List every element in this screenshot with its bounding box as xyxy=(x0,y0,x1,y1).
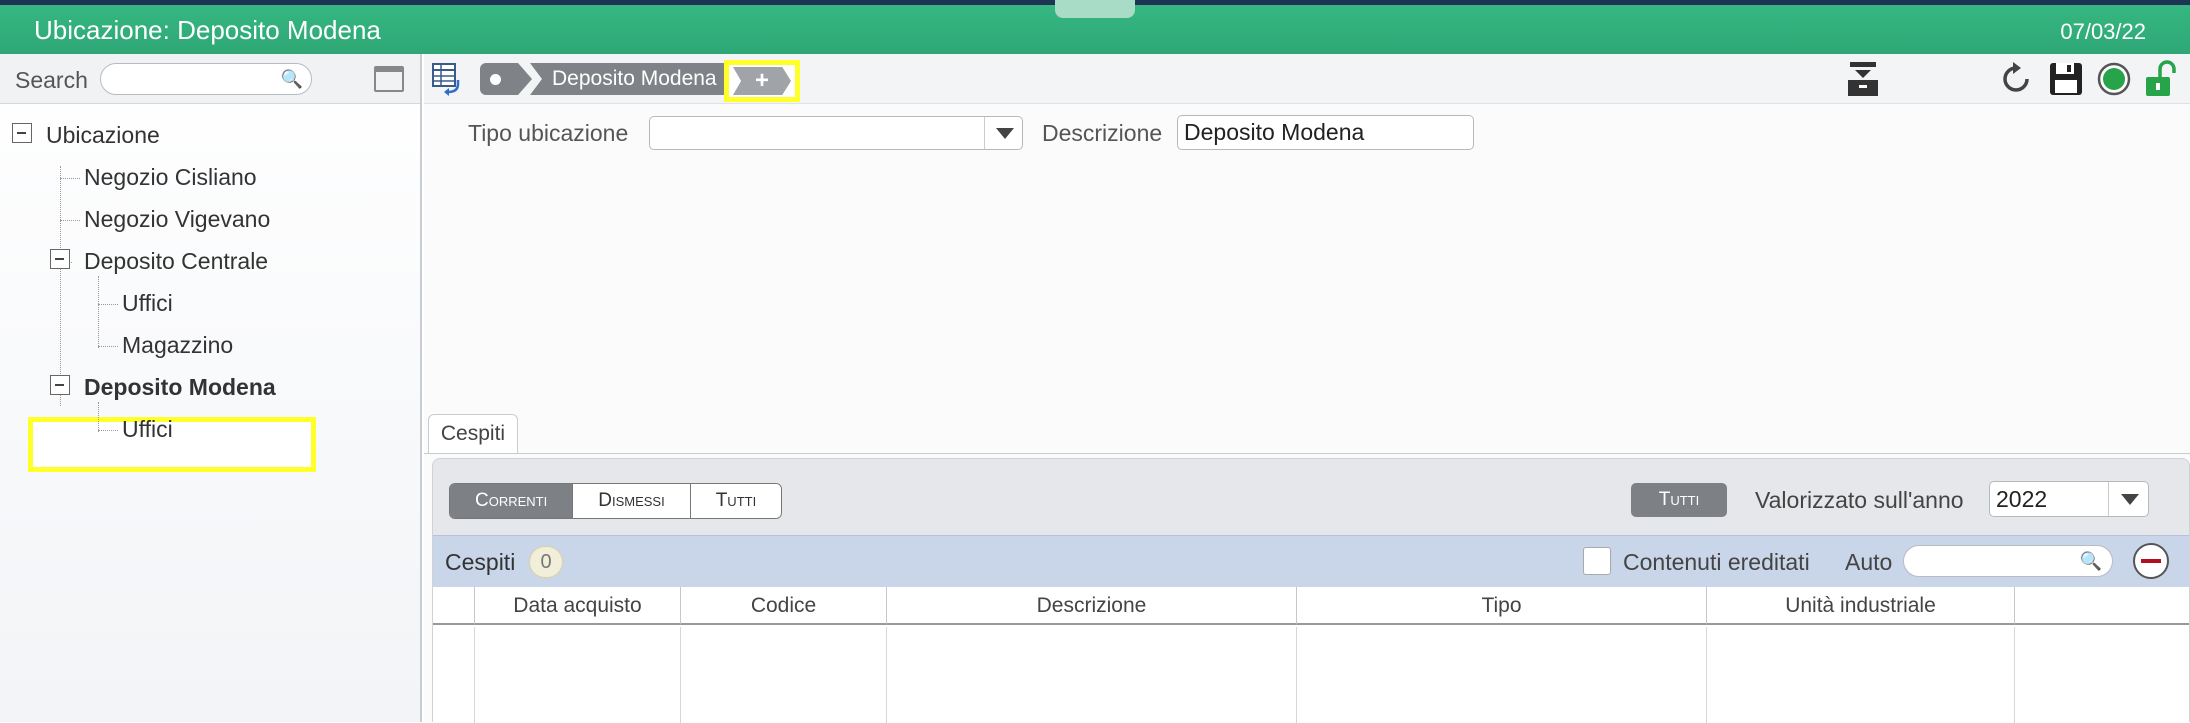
tab-cespiti[interactable]: Cespiti xyxy=(428,414,518,454)
tree-connector xyxy=(98,304,118,305)
inherited-checkbox[interactable] xyxy=(1583,547,1611,575)
auto-label: Auto xyxy=(1845,549,1893,575)
tipo-ubicazione-label: Tipo ubicazione xyxy=(468,120,629,146)
grid: Data acquisto Codice Descrizione Tipo Un… xyxy=(433,587,2189,723)
tree-node-deposito-centrale[interactable]: Deposito Centrale xyxy=(84,248,268,275)
search-icon: 🔍 xyxy=(2079,551,2102,571)
column-header-unita-industriale[interactable]: Unità industriale xyxy=(1707,587,2015,625)
add-child-label: + xyxy=(733,67,791,95)
add-child-button[interactable]: + xyxy=(724,60,800,102)
tree-node-uffici-modena[interactable]: Uffici xyxy=(122,416,173,443)
tree-connector xyxy=(98,276,99,348)
filter-correnti-button[interactable]: Correnti xyxy=(450,484,573,518)
save-icon[interactable] xyxy=(2047,60,2085,98)
remove-icon[interactable] xyxy=(2133,543,2169,579)
grid-column-body xyxy=(887,627,1297,723)
breadcrumb-separator xyxy=(518,63,532,95)
tree-connector xyxy=(98,402,99,432)
search-label: Search xyxy=(15,67,88,93)
window-handle[interactable] xyxy=(1055,0,1135,18)
tutti-button[interactable]: Tutti xyxy=(1631,483,1727,517)
collapse-icon[interactable] xyxy=(50,249,70,269)
table-back-icon[interactable] xyxy=(432,62,462,96)
cespiti-panel: Correnti Dismessi Tutti Tutti Valorizzat… xyxy=(432,458,2190,723)
descrizione-input[interactable]: Deposito Modena xyxy=(1177,115,1474,150)
sidebar-search-row: Search 🔍 xyxy=(0,54,420,104)
tree-connector xyxy=(98,346,118,347)
tree-node-magazzino[interactable]: Magazzino xyxy=(122,332,233,359)
grid-title: Cespiti xyxy=(445,549,516,575)
title-bar: Ubicazione: Deposito Modena 07/03/22 xyxy=(0,0,2190,54)
window-date: 07/03/22 xyxy=(2060,19,2146,44)
grid-column-body xyxy=(433,627,475,723)
auto-search-input[interactable]: 🔍 xyxy=(1903,545,2113,577)
status-green-icon[interactable] xyxy=(2095,60,2133,98)
filter-tutti-button[interactable]: Tutti xyxy=(689,484,782,518)
window-title: Ubicazione: Deposito Modena xyxy=(34,15,381,45)
tab-divider xyxy=(424,453,2190,454)
year-value: 2022 xyxy=(1996,486,2048,512)
tree-connector xyxy=(60,178,80,179)
tree-node-negozio-cisliano[interactable]: Negozio Cisliano xyxy=(84,164,257,191)
chevron-down-icon xyxy=(2108,482,2148,516)
grid-column-body xyxy=(1707,627,2015,723)
grid-header-bar: Cespiti 0 Contenuti ereditati Auto 🔍 xyxy=(433,535,2189,587)
tipo-ubicazione-select[interactable] xyxy=(649,116,1023,150)
column-header-codice[interactable]: Codice xyxy=(681,587,887,625)
collapse-icon[interactable] xyxy=(50,375,70,395)
grid-select-column[interactable] xyxy=(433,587,475,625)
grid-column-body xyxy=(475,627,681,723)
breadcrumb: Deposito Modena xyxy=(480,63,729,95)
sidebar: Search 🔍 Ubicazione Negozio Cisliano Neg… xyxy=(0,54,422,722)
filter-segmented-control: Correnti Dismessi Tutti xyxy=(449,483,783,519)
unlock-icon[interactable] xyxy=(2140,60,2178,98)
tree-connector xyxy=(98,430,118,431)
column-header-descrizione[interactable]: Descrizione xyxy=(887,587,1297,625)
column-header-data-acquisto[interactable]: Data acquisto xyxy=(475,587,681,625)
chevron-down-icon xyxy=(984,117,1022,149)
grid-count-badge: 0 xyxy=(529,546,563,578)
tree-node-ubicazione[interactable]: Ubicazione xyxy=(46,122,160,149)
inherited-label: Contenuti ereditati xyxy=(1623,549,1810,575)
search-icon: 🔍 xyxy=(280,69,303,89)
archive-icon[interactable] xyxy=(1844,60,1882,98)
window-toggle-icon[interactable] xyxy=(374,66,404,92)
search-input[interactable]: 🔍 xyxy=(100,63,312,95)
column-header-tipo[interactable]: Tipo xyxy=(1297,587,1707,625)
breadcrumb-item[interactable]: Deposito Modena xyxy=(530,63,729,95)
column-header-extra[interactable] xyxy=(2015,587,2189,625)
year-select[interactable]: 2022 xyxy=(1989,481,2149,517)
tree-connector xyxy=(60,220,80,221)
collapse-icon[interactable] xyxy=(12,123,32,143)
tree-node-uffici[interactable]: Uffici xyxy=(122,290,173,317)
tree-node-negozio-vigevano[interactable]: Negozio Vigevano xyxy=(84,206,270,233)
year-label: Valorizzato sull'anno xyxy=(1755,487,1964,513)
tree-node-deposito-modena[interactable]: Deposito Modena xyxy=(84,374,276,401)
grid-column-body xyxy=(1297,627,1707,723)
breadcrumb-root[interactable] xyxy=(480,63,518,95)
refresh-icon[interactable] xyxy=(1997,60,2035,98)
tree-connector xyxy=(60,166,61,406)
descrizione-label: Descrizione xyxy=(1042,120,1163,146)
grid-column-body xyxy=(681,627,887,723)
main-panel: Deposito Modena + Tipo ubicazione Descri… xyxy=(424,54,2190,723)
filter-dismessi-button[interactable]: Dismessi xyxy=(572,484,690,518)
toolbar: Deposito Modena + xyxy=(424,54,2190,104)
